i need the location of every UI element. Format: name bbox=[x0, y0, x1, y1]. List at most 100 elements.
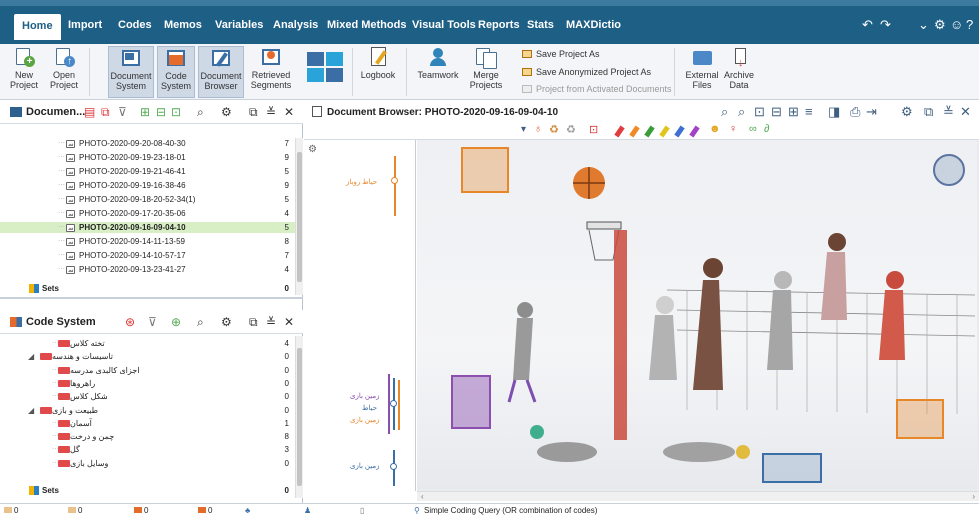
code-row[interactable]: ⋯ شکل کلاس 0 bbox=[0, 391, 295, 402]
code-scrollbar[interactable] bbox=[295, 336, 303, 498]
project-from-activated-button[interactable]: Project from Activated Documents bbox=[522, 84, 672, 94]
retrieved-segments-button[interactable]: Retrieved Segments bbox=[248, 46, 294, 98]
tab-visual-tools[interactable]: Visual Tools bbox=[412, 19, 476, 31]
tab-stats[interactable]: Stats bbox=[527, 19, 554, 31]
fit-width-icon[interactable]: ⊟ bbox=[771, 104, 782, 120]
close-icon[interactable]: ✕ bbox=[960, 104, 971, 120]
coding-stripe-handle[interactable] bbox=[390, 463, 397, 470]
text-icon[interactable]: ≡ bbox=[805, 104, 813, 119]
document-row[interactable]: ⋯ PHOTO-2020-09-19-21-46-41 5 bbox=[0, 166, 295, 177]
document-row[interactable]: ⋯ PHOTO-2020-09-17-20-35-06 4 bbox=[0, 208, 295, 219]
collapse-icon[interactable]: ≚ bbox=[266, 315, 276, 329]
horizontal-scrollbar[interactable]: ‹ › bbox=[417, 491, 979, 501]
coding-stripe-label[interactable]: زمین بازی bbox=[350, 416, 379, 424]
code-row[interactable]: ⋯ تخته کلاس 4 bbox=[0, 338, 295, 349]
copy-icon[interactable]: ⧉ bbox=[101, 105, 110, 120]
code-icon[interactable]: ♁ bbox=[534, 123, 542, 135]
expand-icon[interactable]: ◢ bbox=[28, 351, 34, 362]
gear-icon[interactable]: ⚙ bbox=[934, 17, 946, 33]
gear-icon[interactable]: ⚙ bbox=[221, 315, 232, 329]
external-files-button[interactable]: External Files bbox=[684, 46, 720, 98]
document-row[interactable]: ⋯ PHOTO-2020-09-19-23-18-01 9 bbox=[0, 152, 295, 163]
tab-variables[interactable]: Variables bbox=[215, 19, 263, 31]
green-highlighter-icon[interactable] bbox=[644, 125, 655, 138]
tab-mixed-methods[interactable]: Mixed Methods bbox=[327, 19, 406, 31]
undock-icon[interactable]: ⧉ bbox=[249, 315, 258, 330]
document-row[interactable]: ⋯ PHOTO-2020-09-13-23-41-27 4 bbox=[0, 264, 295, 275]
logbook-button[interactable]: Logbook bbox=[358, 46, 398, 98]
status-documents[interactable]: 0 bbox=[4, 506, 18, 515]
document-browser-button[interactable]: Document Browser bbox=[198, 46, 244, 98]
orange-highlighter-icon[interactable] bbox=[629, 125, 640, 138]
tab-home[interactable]: Home bbox=[14, 14, 61, 40]
redo-icon[interactable]: ↷ bbox=[880, 17, 891, 33]
coded-segment-blue[interactable] bbox=[762, 453, 822, 483]
new-document-icon[interactable]: ⊞ bbox=[140, 105, 150, 119]
view-icon[interactable]: ◨ bbox=[828, 104, 840, 120]
code-row[interactable]: ⋯ راهروها 0 bbox=[0, 378, 295, 389]
code-row[interactable]: ⋯ وسایل بازی 0 bbox=[0, 458, 295, 469]
scroll-right-icon[interactable]: › bbox=[972, 492, 975, 501]
tab-memos[interactable]: Memos bbox=[164, 19, 202, 31]
gear-icon[interactable]: ⚙ bbox=[308, 144, 317, 155]
activate-codes-icon[interactable]: ⊛ bbox=[125, 315, 135, 329]
coding-stripe-label[interactable]: زمین بازی bbox=[350, 392, 379, 400]
coding-stripe-handle[interactable] bbox=[391, 177, 398, 184]
document-system-button[interactable]: Document System bbox=[108, 46, 154, 98]
save-project-as-button[interactable]: Save Project As bbox=[522, 49, 600, 59]
filter-icon[interactable]: ⊽ bbox=[148, 315, 157, 329]
gear-icon[interactable]: ⚙ bbox=[221, 105, 232, 119]
status-segments[interactable]: 0 bbox=[198, 506, 212, 515]
tab-analysis[interactable]: Analysis bbox=[273, 19, 318, 31]
code-row[interactable]: ⋯ اجزای کالبدی مدرسه 0 bbox=[0, 365, 295, 376]
export-icon[interactable]: ⇥ bbox=[866, 104, 877, 120]
print-icon[interactable]: ⎙ bbox=[850, 104, 860, 120]
close-icon[interactable]: ✕ bbox=[284, 315, 294, 329]
coded-segment-orange[interactable] bbox=[896, 399, 944, 439]
coding-stripe-label[interactable]: حیاط bbox=[362, 404, 377, 412]
status-codes[interactable]: 0 bbox=[134, 506, 148, 515]
undock-icon[interactable]: ⧉ bbox=[249, 105, 258, 120]
document-row[interactable]: ⋯ PHOTO-2020-09-19-16-38-46 9 bbox=[0, 180, 295, 191]
help-icon[interactable]: ? bbox=[966, 17, 973, 32]
tab-reports[interactable]: Reports bbox=[478, 19, 520, 31]
filter-icon[interactable]: ⊽ bbox=[118, 105, 127, 119]
yellow-highlighter-icon[interactable] bbox=[659, 125, 670, 138]
new-project-button[interactable]: + New Project bbox=[6, 46, 42, 98]
search-icon[interactable]: ⌕ bbox=[197, 105, 204, 120]
status-document-groups[interactable]: 0 bbox=[68, 506, 82, 515]
status-user-icon[interactable]: ♟ bbox=[304, 506, 311, 515]
document-sets-row[interactable]: Sets 0 bbox=[0, 283, 295, 294]
zoom-in-icon[interactable]: ⌕ bbox=[721, 104, 728, 120]
coding-stripe[interactable] bbox=[398, 380, 400, 430]
coding-stripe-label[interactable]: زمین بازی bbox=[350, 462, 379, 470]
code-dropdown-icon[interactable]: ▾ bbox=[521, 124, 526, 135]
purple-highlighter-icon[interactable] bbox=[689, 125, 700, 138]
new-code-icon[interactable]: ⊕ bbox=[171, 315, 181, 329]
status-doc-icon[interactable]: ▯ bbox=[360, 506, 364, 515]
import-icon[interactable]: ⊟ bbox=[156, 105, 166, 119]
expand-icon[interactable]: ◢ bbox=[28, 405, 34, 416]
status-query-label[interactable]: Simple Coding Query (OR combination of c… bbox=[424, 506, 597, 515]
emoji-icon[interactable]: ☺ bbox=[950, 17, 963, 32]
link-icon[interactable]: ∞ bbox=[749, 123, 757, 135]
blue-highlighter-icon[interactable] bbox=[674, 125, 685, 138]
code-in-vivo-icon[interactable]: ♻ bbox=[549, 123, 559, 136]
collapse-icon[interactable]: ≚ bbox=[266, 105, 276, 119]
layout-button[interactable] bbox=[302, 46, 348, 98]
tab-codes[interactable]: Codes bbox=[118, 19, 152, 31]
search-icon[interactable]: ⌕ bbox=[197, 315, 204, 330]
code-row[interactable]: ◢ تاسیسات و هندسه 0 bbox=[0, 351, 295, 362]
memo-link-icon[interactable]: ∂ bbox=[764, 123, 769, 135]
coding-stripe-handle[interactable] bbox=[390, 400, 397, 407]
coding-stripe-label[interactable]: حیاط روباز bbox=[346, 178, 377, 186]
archive-data-button[interactable]: ↓ Archive Data bbox=[720, 46, 758, 98]
code-system-button[interactable]: Code System bbox=[157, 46, 195, 98]
red-highlighter-icon[interactable] bbox=[614, 125, 625, 138]
save-anonymized-button[interactable]: Save Anonymized Project As bbox=[522, 67, 651, 77]
coding-stripe[interactable] bbox=[394, 156, 396, 216]
undock-icon[interactable]: ⧉ bbox=[924, 104, 933, 120]
tab-maxdictio[interactable]: MAXDictio bbox=[566, 19, 621, 31]
document-image-viewer[interactable] bbox=[417, 140, 979, 491]
symbol-icon[interactable]: ♀ bbox=[729, 123, 737, 135]
